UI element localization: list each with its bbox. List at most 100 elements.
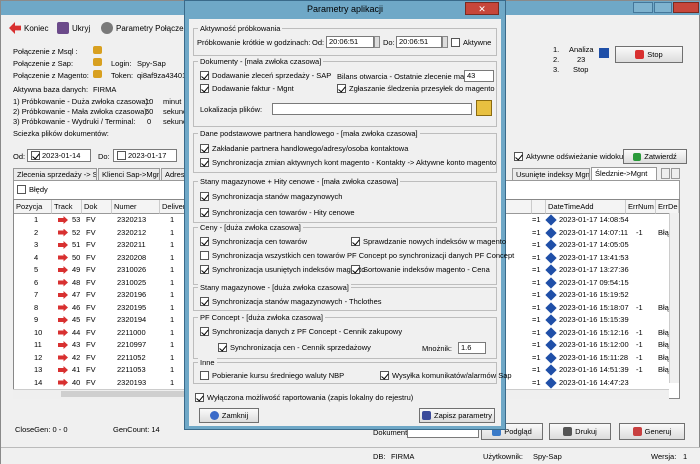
drukuj-button[interactable]: Drukuj bbox=[549, 423, 611, 440]
synch-hity-check[interactable] bbox=[200, 208, 209, 217]
od-spin[interactable] bbox=[374, 36, 380, 48]
minimize-button[interactable] bbox=[633, 2, 653, 13]
cell-track: 46 bbox=[72, 302, 81, 312]
ukryj-button[interactable]: Ukryj bbox=[57, 19, 90, 37]
synch-wsz-check[interactable] bbox=[200, 251, 209, 260]
cell-flag: =1 bbox=[532, 215, 541, 224]
tab-usuniete[interactable]: Usunięte indeksy Mgnt bbox=[512, 168, 590, 180]
cell-delivery: 1 bbox=[170, 352, 175, 362]
zatwierdz-button[interactable]: Zatwierdź bbox=[623, 149, 687, 164]
grid-scrollbar[interactable] bbox=[669, 213, 679, 383]
group-partner: Dane podstawowe partnera handlowego - [m… bbox=[193, 129, 497, 173]
stop-button[interactable]: Stop bbox=[615, 46, 683, 63]
synch-stan-check[interactable] bbox=[200, 192, 209, 201]
synch-stan-checkbox[interactable]: Synchronizacja stanów magazynowych bbox=[200, 192, 342, 201]
zakl-checkbox[interactable]: Zakładanie partnera handlowego/adresy/os… bbox=[200, 144, 408, 153]
parametry-label: Parametry Połączeń bbox=[116, 23, 189, 33]
lokal-input[interactable] bbox=[272, 103, 472, 115]
synch-kont-check[interactable] bbox=[200, 158, 209, 167]
window-close-button[interactable] bbox=[673, 2, 699, 13]
sledz-check[interactable] bbox=[337, 84, 346, 93]
wyl-check[interactable] bbox=[195, 393, 204, 402]
nbp-check[interactable] bbox=[200, 371, 209, 380]
parametry-polaczen-button[interactable]: Parametry Połączeń bbox=[101, 19, 188, 37]
synch-wsz-label: Synchronizacja wszystkich cen towarów PF… bbox=[212, 251, 515, 260]
aktywne-check[interactable] bbox=[451, 38, 460, 47]
do-date-picker[interactable]: 2023-01-17 bbox=[113, 149, 177, 162]
do-checkbox[interactable] bbox=[117, 151, 126, 160]
faktur-checkbox[interactable]: Dodawanie faktur - Mgnt bbox=[200, 84, 294, 93]
col-datetimeadd[interactable]: DateTimeAdd bbox=[546, 200, 626, 214]
bilans-input[interactable]: 43 bbox=[464, 70, 494, 82]
cell-dok: FV bbox=[86, 277, 96, 287]
cell-flag: =1 bbox=[532, 240, 541, 249]
nbp-checkbox[interactable]: Pobieranie kursu średniego waluty NBP bbox=[200, 371, 344, 380]
tab-klienci[interactable]: Klienci Sap->Mgnt bbox=[98, 168, 160, 180]
analiza-num3: 3. bbox=[553, 65, 560, 74]
koniec-button[interactable]: Koniec bbox=[9, 19, 48, 37]
od-checkbox[interactable] bbox=[31, 151, 40, 160]
col-errnum[interactable]: ErrNum bbox=[626, 200, 656, 214]
spr-ind-checkbox[interactable]: Sprawdzanie nowych indeksów w magento bbox=[351, 237, 506, 246]
aktywne-label: Aktywne bbox=[463, 38, 492, 47]
auto-refresh-checkbox[interactable]: Aktywne odświeżanie widoku bbox=[514, 152, 623, 161]
synch-usun-checkbox[interactable]: Synchronizacja usuniętych indeksów magen… bbox=[200, 265, 365, 274]
col-track[interactable]: Track bbox=[52, 200, 82, 214]
dlg-od-time[interactable]: 20:06:51 bbox=[326, 36, 374, 48]
do-spin[interactable] bbox=[442, 36, 448, 48]
sort-checkbox[interactable]: Sortowanie indeksów magento - Cena bbox=[351, 265, 490, 274]
folder-search-icon[interactable] bbox=[476, 100, 492, 116]
synch-thc-checkbox[interactable]: Synchronizacja stanów magazynowych - Thc… bbox=[200, 297, 382, 306]
zakl-check[interactable] bbox=[200, 144, 209, 153]
auto-refresh-check[interactable] bbox=[514, 152, 523, 161]
synch-wsz-checkbox[interactable]: Synchronizacja wszystkich cen towarów PF… bbox=[200, 251, 514, 260]
bledy-checkbox[interactable]: Błędy bbox=[17, 185, 48, 194]
synch-kont-checkbox[interactable]: Synchronizacja zmian aktywnych kont mage… bbox=[200, 158, 496, 167]
col-pozycja[interactable]: Pozycja bbox=[14, 200, 52, 214]
zapisz-button[interactable]: Zapisz parametry bbox=[419, 408, 495, 423]
sledz-checkbox[interactable]: Zgłaszanie śledzenia przesyłek do magent… bbox=[337, 84, 495, 93]
generuj-button[interactable]: Generuj bbox=[619, 423, 685, 440]
sort-check[interactable] bbox=[351, 265, 360, 274]
synch-hity-checkbox[interactable]: Synchronizacja cen towarów - Hity cenowe bbox=[200, 208, 355, 217]
mnoznik-input[interactable]: 1.6 bbox=[458, 342, 486, 354]
dialog-close-button[interactable]: ✕ bbox=[465, 2, 499, 15]
tab-sledzenie[interactable]: Śledznie->Mgnt bbox=[591, 167, 657, 180]
probk-line1-value: 10 bbox=[145, 97, 154, 106]
synch-pf-check[interactable] bbox=[200, 327, 209, 336]
diamond-icon bbox=[545, 364, 557, 376]
dlg-do-time[interactable]: 20:06:51 bbox=[396, 36, 442, 48]
synch-pf-checkbox[interactable]: Synchronizacja danych z PF Concept - Cen… bbox=[200, 327, 402, 336]
cell-flag: =1 bbox=[532, 277, 541, 287]
cell-pozycja: 11 bbox=[34, 340, 42, 349]
synch-thc-check[interactable] bbox=[200, 297, 209, 306]
tab-scroll-right[interactable] bbox=[671, 168, 680, 179]
col-numer[interactable]: Numer bbox=[112, 200, 160, 214]
cell-pozycja: 4 bbox=[34, 252, 39, 262]
wyl-checkbox[interactable]: Wyłączona możliwość raportowania (zapis … bbox=[195, 393, 413, 402]
zamknij-button[interactable]: Zamknij bbox=[199, 408, 259, 423]
faktur-check[interactable] bbox=[200, 84, 209, 93]
tab-zlecenia[interactable]: Zlecenia sprzedaży -> Sap bbox=[13, 168, 97, 180]
zlecen-checkbox[interactable]: Dodawanie zleceń sprzedaży - SAP bbox=[200, 71, 331, 80]
od-date-picker[interactable]: 2023-01-14 bbox=[27, 149, 91, 162]
wysylka-check[interactable] bbox=[380, 371, 389, 380]
synch-pf2-check[interactable] bbox=[218, 343, 227, 352]
bledy-check[interactable] bbox=[17, 185, 26, 194]
synch-usun-check[interactable] bbox=[200, 265, 209, 274]
tab-scroll-left[interactable] bbox=[661, 168, 670, 179]
wysylka-checkbox[interactable]: Wysyłka komunikatów/alarmów Sap bbox=[380, 371, 512, 380]
od-date-value: 2023-01-14 bbox=[42, 151, 81, 160]
maximize-button[interactable] bbox=[654, 2, 672, 13]
spr-ind-check[interactable] bbox=[351, 237, 360, 246]
synch-cen-check[interactable] bbox=[200, 237, 209, 246]
synch-cen-checkbox[interactable]: Synchronizacja cen towarów bbox=[200, 237, 307, 246]
synch-pf2-checkbox[interactable]: Synchronizacja cen - Cennik sprzedażowy bbox=[218, 343, 371, 352]
col-dok[interactable]: Dok bbox=[82, 200, 112, 214]
zlecen-check[interactable] bbox=[200, 71, 209, 80]
col-sort[interactable] bbox=[532, 200, 546, 214]
col-errdesc[interactable]: ErrDesc bbox=[656, 200, 679, 214]
aktywne-checkbox[interactable]: Aktywne bbox=[451, 38, 491, 47]
arrow-right-icon bbox=[58, 216, 68, 224]
drukuj-label: Drukuj bbox=[575, 427, 597, 436]
